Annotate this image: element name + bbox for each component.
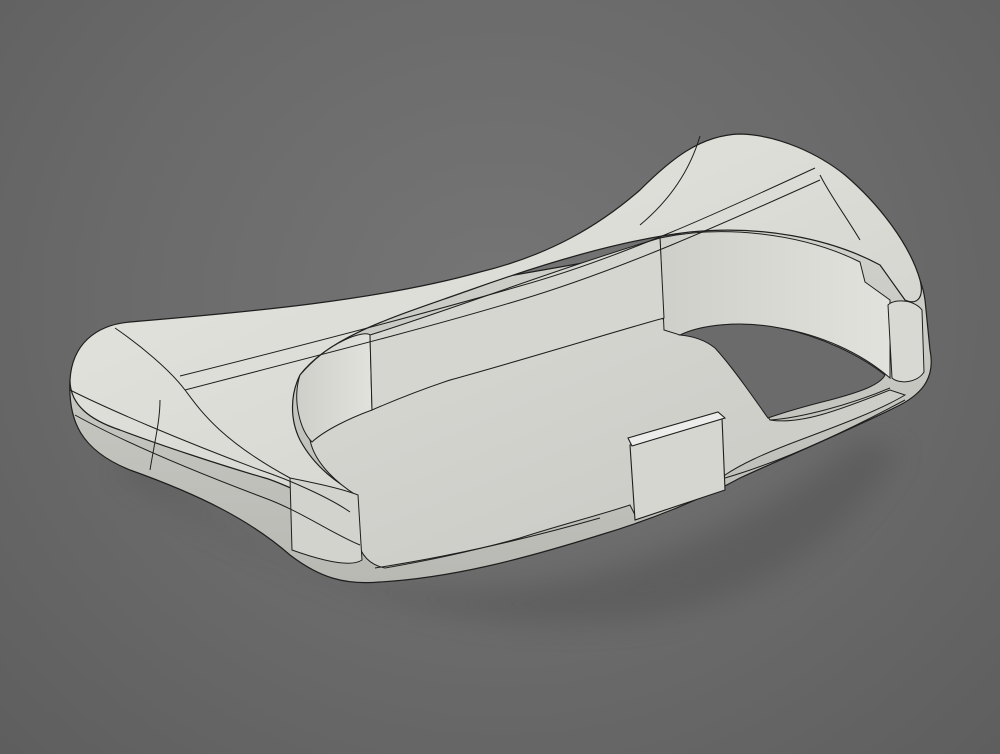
3d-viewport[interactable] xyxy=(0,0,1000,754)
right-end-post xyxy=(887,300,925,383)
controller-shell-model[interactable] xyxy=(0,0,1000,754)
